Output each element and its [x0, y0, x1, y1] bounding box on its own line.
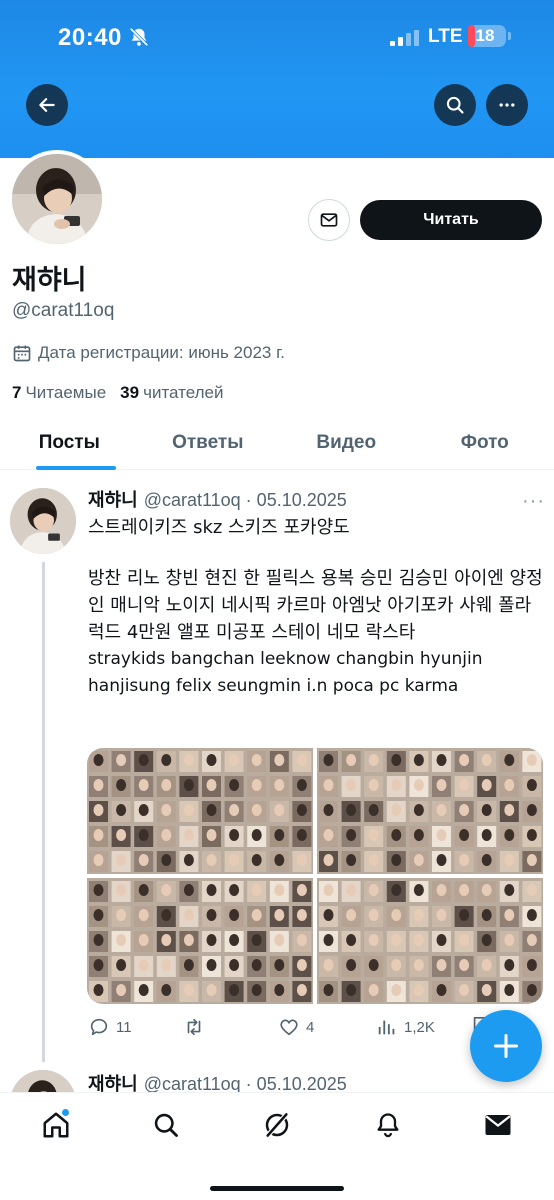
nav-notifications[interactable]: [372, 1109, 404, 1141]
thread-line: [42, 562, 45, 1062]
tab-replies[interactable]: Ответы: [139, 418, 278, 469]
follow-button[interactable]: Читать: [360, 200, 542, 240]
tweet-meta: @carat11oq · 05.10.2025: [143, 490, 347, 510]
more-icon: [499, 103, 515, 107]
views-button[interactable]: 1,2K: [376, 1016, 435, 1038]
nav-messages[interactable]: [482, 1109, 514, 1141]
reply-icon: [90, 1018, 108, 1036]
retweet-icon: [187, 1018, 201, 1036]
join-date-row: Дата регистрации: июнь 2023 г.: [12, 343, 285, 363]
home-indicator: [210, 1186, 344, 1191]
media-image[interactable]: [87, 878, 313, 1004]
tab-videos-label: Видео: [316, 432, 377, 453]
photocard-photo: [87, 748, 313, 874]
bell-icon: [377, 1113, 399, 1138]
photocard-photo: [87, 878, 313, 1004]
envelope-icon: [320, 213, 338, 227]
calendar-icon: [13, 345, 31, 362]
mail-icon: [485, 1115, 511, 1135]
following-label: Читаемые: [25, 383, 107, 402]
tweet-meta: @carat11oq · 05.10.2025: [143, 1074, 347, 1094]
photocard-photo: [317, 878, 543, 1004]
tweet-author-name[interactable]: 재햐니: [88, 490, 138, 511]
heart-icon: [280, 1019, 298, 1036]
arrow-left-icon: [39, 98, 55, 112]
followers-count: 39: [120, 383, 140, 402]
status-bar: 20:40 LTE 18: [0, 0, 554, 76]
tab-videos[interactable]: Видео: [277, 418, 416, 469]
network-type: LTE: [428, 26, 463, 47]
following-link[interactable]: 7 Читаемые: [12, 383, 106, 403]
notification-dot: [62, 1109, 69, 1116]
views-count: 1,2K: [404, 1018, 435, 1036]
followers-label: читателей: [143, 383, 224, 402]
more-button[interactable]: [486, 84, 528, 126]
like-count: 4: [306, 1018, 315, 1036]
battery-icon: 18: [468, 25, 506, 47]
tweet-text: 스트레이키즈 skz 스키즈 포카양도 방찬 리노 창빈 현진 한 필릭스 용복…: [88, 514, 544, 700]
profile-tabs: Посты Ответы Видео Фото: [0, 418, 554, 470]
tweet-text-line: 방찬 리노 창빈 현진 한 필릭스 용복 승민 김승민 아이엔 양정인 매니악 …: [88, 568, 543, 643]
signal-icon: [390, 30, 419, 46]
tab-posts-label: Посты: [38, 432, 100, 453]
followers-link[interactable]: 39 читателей: [120, 383, 223, 403]
retweet-button[interactable]: [182, 1016, 212, 1038]
views-icon: [378, 1020, 395, 1035]
join-date: Дата регистрации: июнь 2023 г.: [38, 343, 285, 362]
nav-home[interactable]: [40, 1109, 72, 1141]
battery-level: 18: [475, 26, 495, 45]
tweet-text-line: 스트레이키즈 skz 스키즈 포카양도: [88, 517, 350, 538]
tweet-header: 재햐니 @carat11oq · 05.10.2025: [88, 486, 347, 512]
avatar-photo: [10, 488, 76, 554]
tweet-avatar[interactable]: [10, 488, 76, 554]
search-icon: [446, 96, 464, 114]
tab-photos-label: Фото: [460, 432, 509, 453]
back-button[interactable]: [26, 84, 68, 126]
tweet-media-grid[interactable]: [87, 748, 543, 1004]
status-time: 20:40: [58, 24, 122, 51]
media-image[interactable]: [317, 878, 543, 1004]
bottom-nav: [0, 1092, 554, 1200]
tab-active-indicator: [36, 466, 116, 470]
nav-search[interactable]: [150, 1109, 182, 1141]
follow-counts: 7 Читаемые 39 читателей: [12, 383, 223, 403]
plus-icon: [493, 1033, 519, 1059]
avatar-photo: [12, 154, 102, 244]
reply-button[interactable]: 11: [88, 1016, 132, 1038]
tab-posts[interactable]: Посты: [0, 418, 139, 470]
reply-count: 11: [116, 1018, 132, 1036]
tweet-text-line: straykids bangchan leeknow changbin hyun…: [88, 649, 483, 696]
grok-icon: [265, 1112, 289, 1138]
message-button[interactable]: [308, 199, 350, 241]
battery-nub: [508, 32, 511, 40]
media-image[interactable]: [317, 748, 543, 874]
display-name: 재햐니: [12, 265, 87, 296]
profile-avatar[interactable]: [8, 150, 106, 248]
following-count: 7: [12, 383, 22, 402]
tab-photos[interactable]: Фото: [416, 418, 554, 469]
tab-replies-label: Ответы: [172, 432, 244, 453]
tweet-actions: 11 4 1,2K: [88, 1016, 528, 1040]
search-icon: [154, 1113, 178, 1137]
tweet-more-icon[interactable]: ···: [522, 490, 545, 513]
profile-handle: @carat11oq: [12, 300, 115, 321]
media-image[interactable]: [87, 748, 313, 874]
bell-off-icon: [129, 27, 149, 47]
search-button[interactable]: [434, 84, 476, 126]
photocard-photo: [317, 748, 543, 874]
nav-grok[interactable]: [261, 1109, 293, 1141]
like-button[interactable]: 4: [278, 1016, 314, 1038]
compose-button[interactable]: [470, 1010, 542, 1082]
